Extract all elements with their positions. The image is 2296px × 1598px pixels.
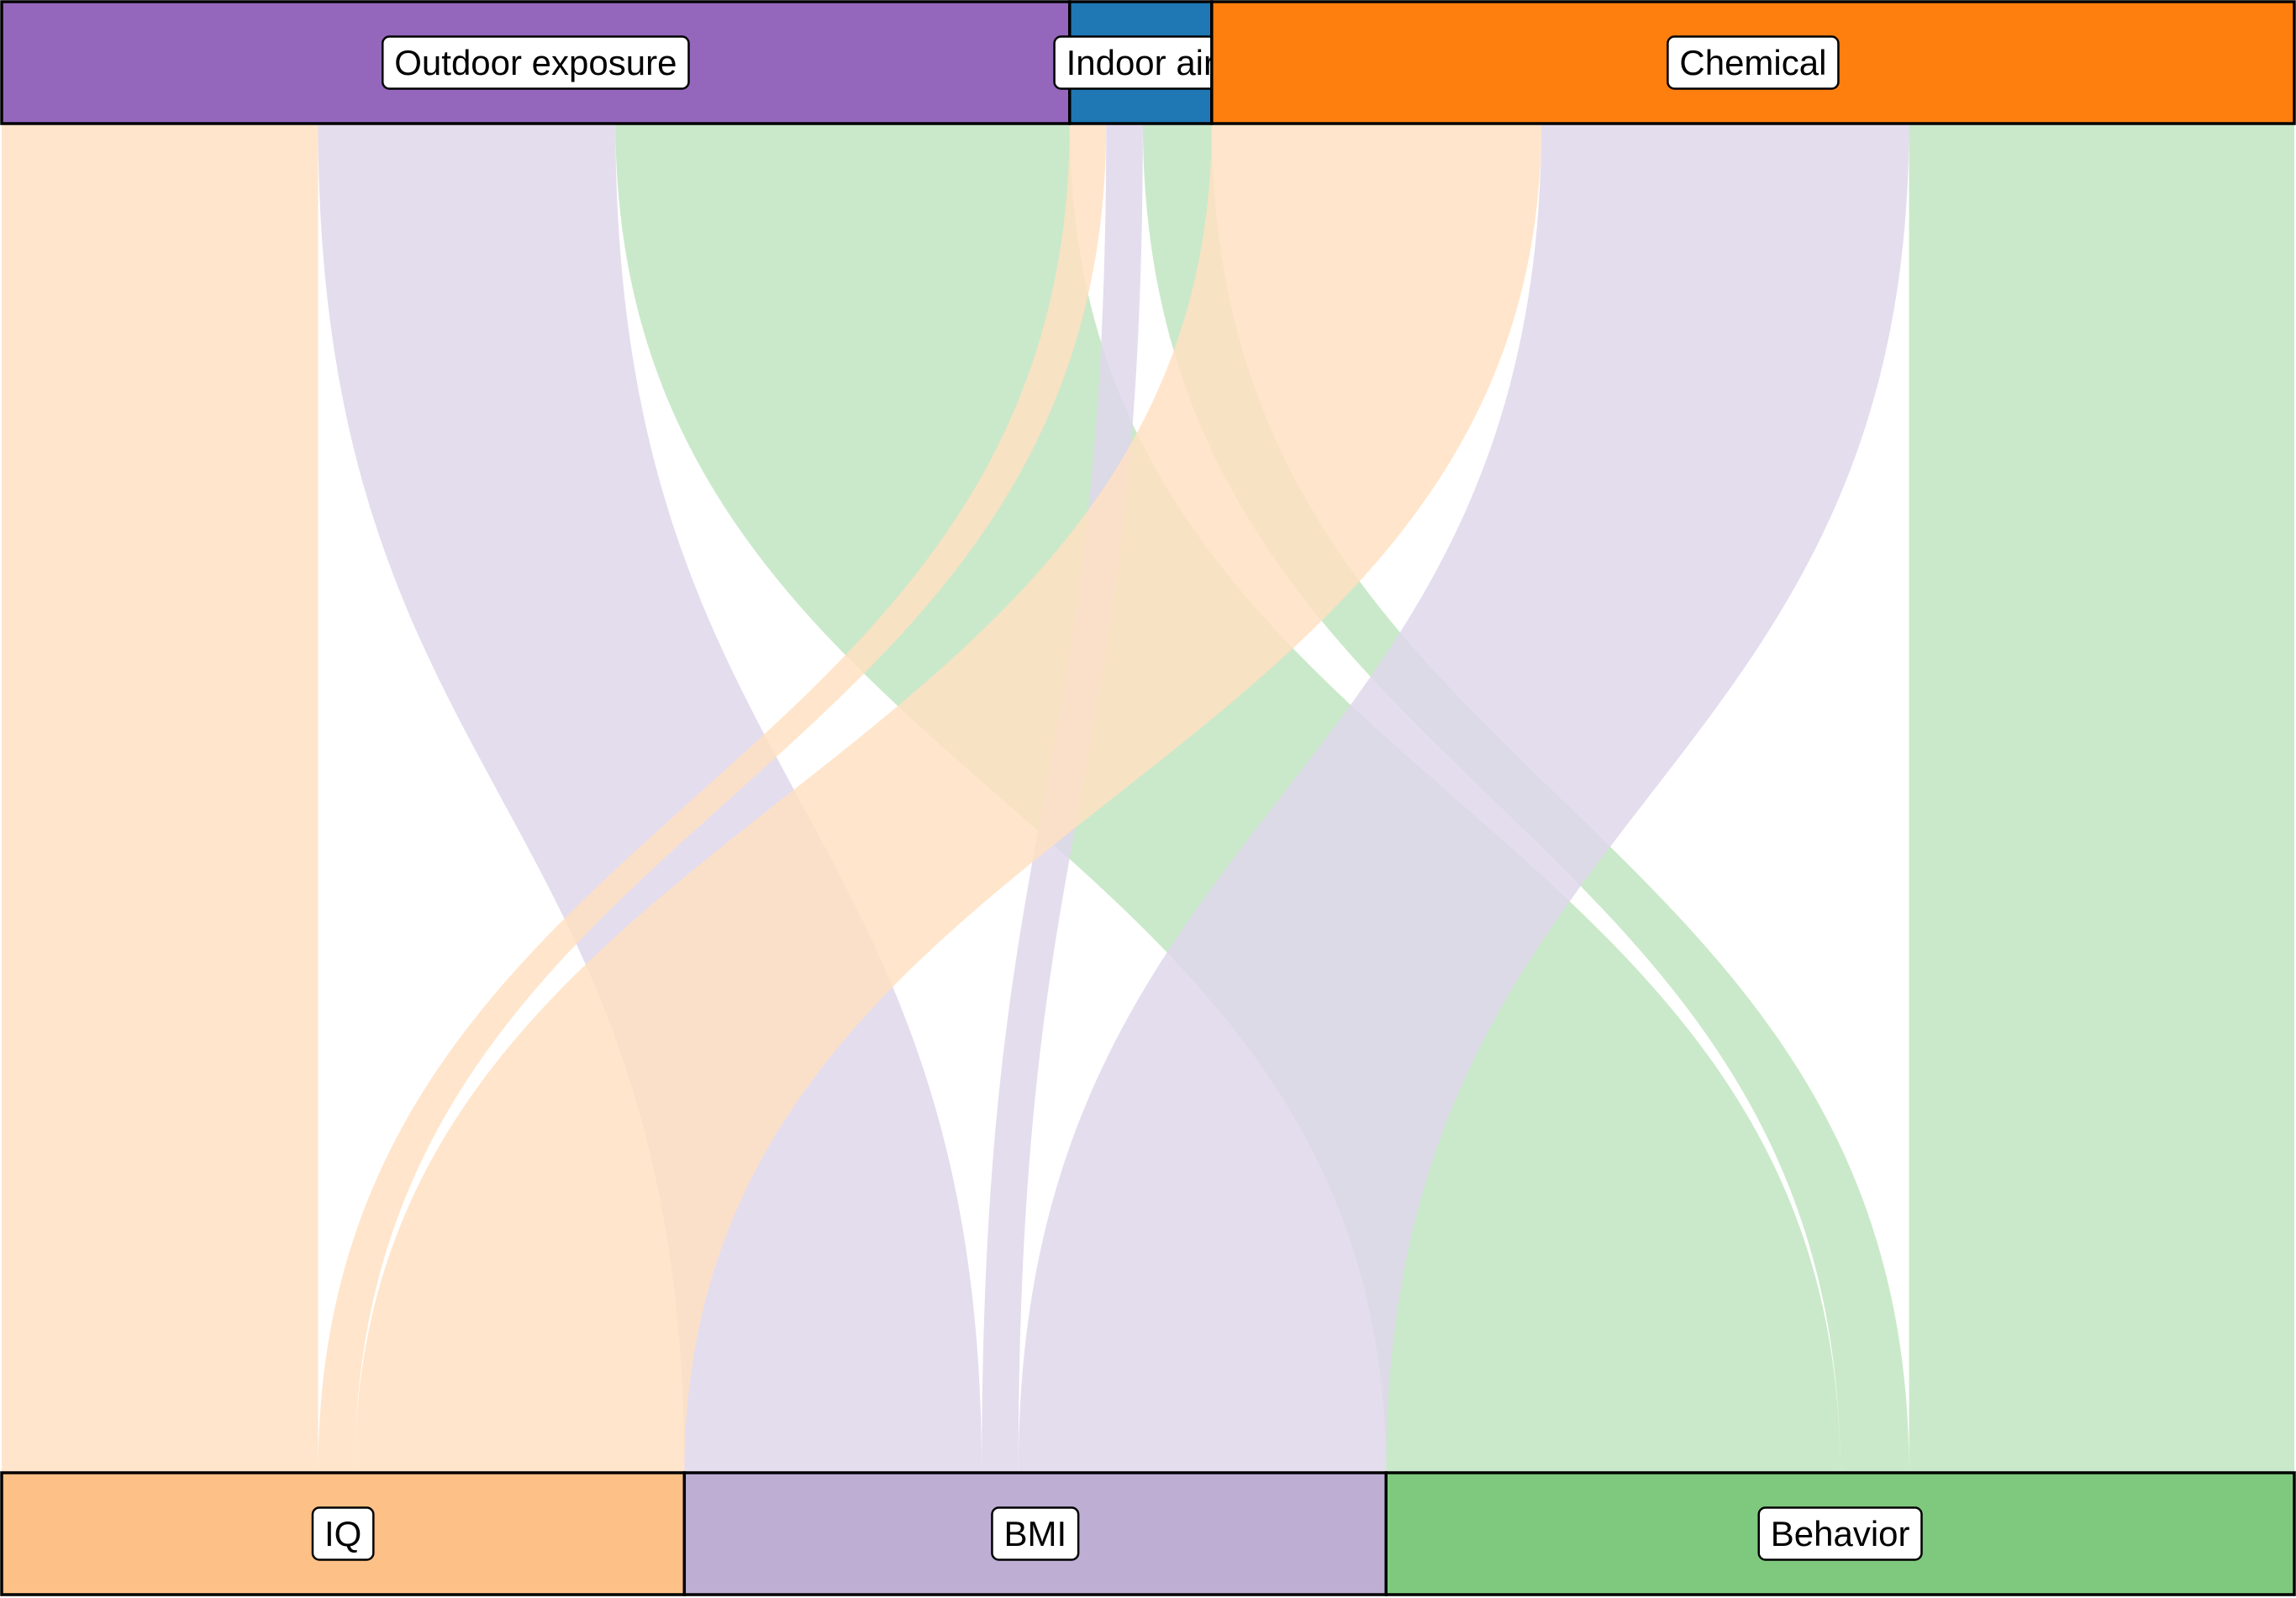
node-outdoor-exposure-label: Outdoor exposure <box>394 43 677 82</box>
node-behavior-label: Behavior <box>1771 1514 1910 1553</box>
node-bmi: BMI <box>682 1471 1388 1596</box>
flow-outdoor-exposure-to-iq <box>2 124 319 1473</box>
node-indoor-air-label: Indoor air <box>1066 43 1215 82</box>
node-iq: IQ <box>0 1471 687 1596</box>
node-indoor-air: Indoor air <box>1053 0 1229 125</box>
node-bmi-label: BMI <box>1003 1514 1066 1553</box>
node-chemical-label: Chemical <box>1679 43 1826 82</box>
node-iq-label: IQ <box>324 1514 361 1553</box>
node-behavior: Behavior <box>1384 1471 2296 1596</box>
node-outdoor-exposure: Outdoor exposure <box>0 0 1072 125</box>
flow-chemical-to-behavior <box>1909 124 2294 1473</box>
alluvial-diagram: Outdoor exposure Indoor air Chemical IQ BMI B… <box>0 0 2296 1596</box>
flows-layer <box>2 124 2294 1473</box>
node-chemical: Chemical <box>1210 0 2296 125</box>
